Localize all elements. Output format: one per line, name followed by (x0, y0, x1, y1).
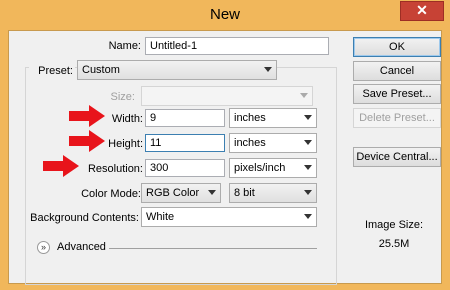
background-contents-dropdown[interactable]: White (141, 207, 317, 227)
size-dropdown (141, 86, 313, 106)
window-title: New (209, 6, 240, 23)
save-preset-button[interactable]: Save Preset... (353, 84, 441, 104)
color-mode-value: RGB Color (146, 187, 200, 199)
background-contents-value: White (146, 211, 175, 223)
width-unit-dropdown[interactable]: inches (229, 108, 317, 128)
chevron-down-icon (208, 190, 216, 195)
image-size-label: Image Size: (364, 219, 424, 231)
width-field[interactable]: 9 (145, 109, 225, 127)
name-label: Name: (108, 40, 141, 52)
title-bar[interactable]: New ✕ (0, 0, 450, 30)
advanced-label[interactable]: Advanced (57, 241, 106, 253)
advanced-divider (109, 248, 317, 249)
chevron-down-icon (300, 93, 308, 98)
width-label: Width: (111, 113, 143, 125)
height-label: Height: (108, 138, 143, 150)
ok-button[interactable]: OK (353, 37, 441, 57)
color-mode-label: Color Mode: (81, 188, 141, 200)
dialog-body: Name: Untitled-1 Preset: Custom Size: Wi… (8, 30, 442, 285)
bit-depth-value: 8 bit (234, 187, 255, 199)
new-document-dialog: New ✕ Name: Untitled-1 Preset: Custom Si… (0, 0, 450, 290)
size-label: Size: (110, 91, 135, 103)
resolution-unit-value: pixels/inch (234, 162, 286, 174)
resolution-field[interactable]: 300 (145, 159, 225, 177)
chevron-down-icon (304, 190, 312, 195)
resolution-label: Resolution: (87, 163, 143, 175)
color-mode-dropdown[interactable]: RGB Color (141, 183, 221, 203)
chevron-down-icon (304, 165, 312, 170)
width-unit-value: inches (234, 112, 266, 124)
height-field[interactable]: 11 (145, 134, 225, 152)
delete-preset-button: Delete Preset... (353, 108, 441, 128)
chevron-down-icon (304, 214, 312, 219)
expand-advanced-icon[interactable]: » (37, 241, 50, 254)
close-button[interactable]: ✕ (400, 1, 444, 21)
background-contents-label: Background Contents: (30, 212, 139, 224)
device-central-button[interactable]: Device Central... (353, 147, 441, 167)
preset-dropdown[interactable]: Custom (77, 60, 277, 80)
name-field[interactable]: Untitled-1 (145, 37, 329, 55)
chevron-down-icon (264, 67, 272, 72)
height-unit-value: inches (234, 137, 266, 149)
chevron-down-icon (304, 115, 312, 120)
image-size-value: 25.5M (378, 238, 410, 250)
preset-value: Custom (82, 64, 120, 76)
resolution-unit-dropdown[interactable]: pixels/inch (229, 158, 317, 178)
chevron-down-icon (304, 140, 312, 145)
cancel-button[interactable]: Cancel (353, 61, 441, 81)
preset-label: Preset: (29, 65, 75, 77)
height-unit-dropdown[interactable]: inches (229, 133, 317, 153)
bit-depth-dropdown[interactable]: 8 bit (229, 183, 317, 203)
